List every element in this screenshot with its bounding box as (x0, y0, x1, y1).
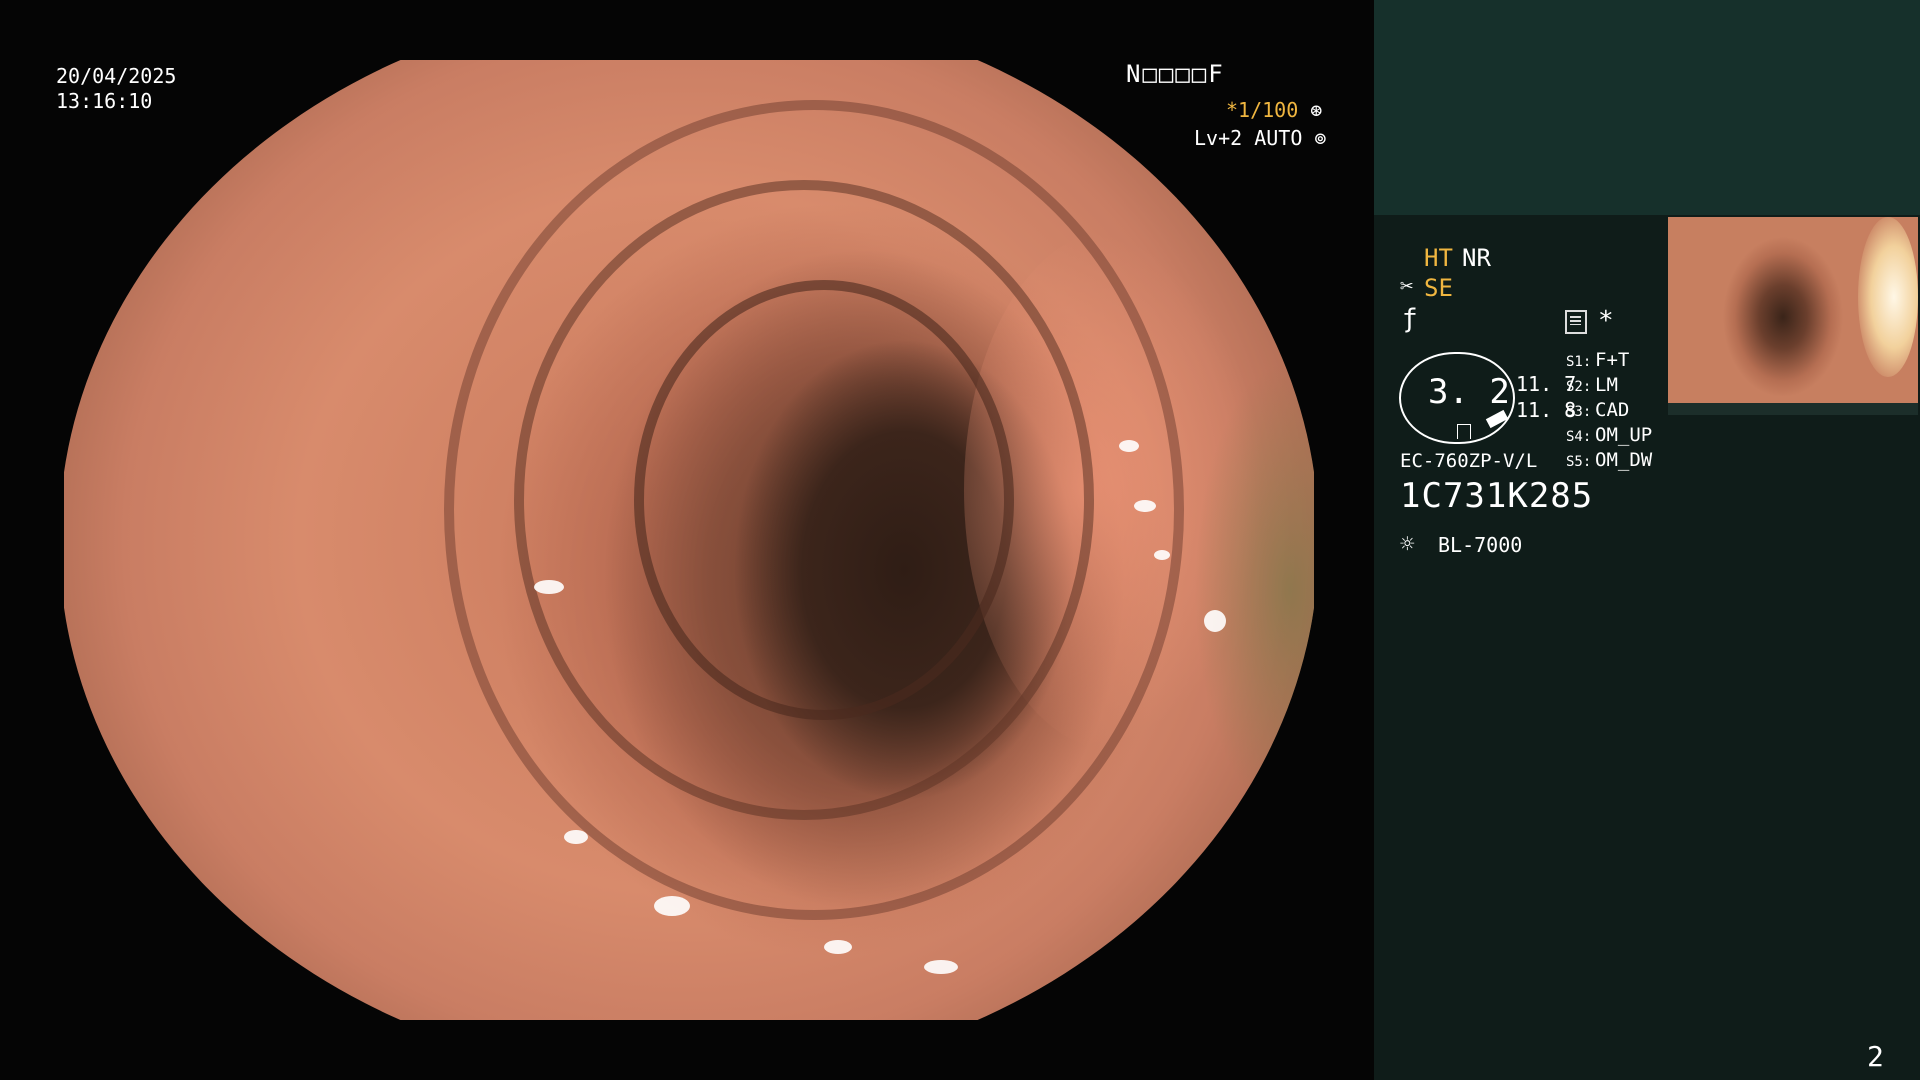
switch-key: S3: (1566, 404, 1592, 420)
time: 13:16:10 (56, 89, 153, 113)
specular-highlight (284, 100, 300, 110)
thumbnail-light-reflection (1858, 217, 1918, 377)
thumbnail-bar (1668, 403, 1918, 415)
info-panel-top (1374, 0, 1920, 215)
haustral-fold-inner (634, 280, 1014, 720)
endoscope-view-area: 20/04/2025 13:16:10 N□□□□F *1/100 ⊛ Lv+2… (0, 0, 1373, 1080)
scissor-icon: ✂ (1400, 274, 1414, 299)
patient-code: N□□□□F (1126, 60, 1225, 88)
light-source: BL-7000 (1438, 533, 1523, 557)
specular-highlight (1204, 610, 1226, 632)
mode-nr: NR (1462, 244, 1491, 272)
iris-icon: ⊚ (1314, 126, 1327, 150)
star-indicator: * (1598, 306, 1614, 336)
slash-f-icon: ƒ (1402, 304, 1418, 334)
specular-highlight (1134, 500, 1156, 512)
mode-se: SE (1424, 274, 1453, 302)
specular-highlight (1154, 550, 1170, 560)
memory-icon (1565, 310, 1587, 334)
specular-highlight (534, 580, 564, 594)
specular-highlight (564, 830, 588, 844)
specular-highlight (654, 896, 690, 916)
switch-value: OM_DW (1595, 449, 1653, 471)
scope-serial: 1C731K285 (1400, 476, 1594, 516)
page-number: 2 (1867, 1040, 1884, 1073)
zoom-value: 3. 2 (1428, 372, 1510, 412)
switch-key: S1: (1566, 354, 1592, 370)
brightness-level: Lv+2 AUTO ⊚ (1194, 126, 1326, 151)
shutter-speed: *1/100 ⊛ (1226, 98, 1322, 123)
datetime: 20/04/2025 13:16:10 (56, 64, 176, 114)
switch-key: S5: (1566, 454, 1592, 470)
zoom-marker-icon (1457, 424, 1471, 439)
sun-icon: ☼ (1400, 530, 1415, 558)
switch-key: S2: (1566, 379, 1592, 395)
mode-ht: HT (1424, 244, 1453, 272)
switch-value: LM (1595, 374, 1618, 396)
endoscopic-image (64, 60, 1314, 1020)
thumbnail-image[interactable] (1668, 217, 1918, 403)
switch-value: CAD (1595, 399, 1630, 421)
shutter-value: *1/100 (1226, 98, 1299, 122)
switch-value: F+T (1595, 349, 1630, 371)
specular-highlight (824, 940, 852, 954)
date: 20/04/2025 (56, 64, 177, 88)
scope-model: EC-760ZP-V/L (1400, 450, 1538, 472)
specular-highlight (1119, 440, 1139, 452)
switch-value: OM_UP (1595, 424, 1653, 446)
level-value: Lv+2 AUTO (1194, 126, 1303, 150)
aperture-icon: ⊛ (1310, 98, 1323, 122)
switch-key: S4: (1566, 429, 1592, 445)
specular-highlight (924, 960, 958, 974)
